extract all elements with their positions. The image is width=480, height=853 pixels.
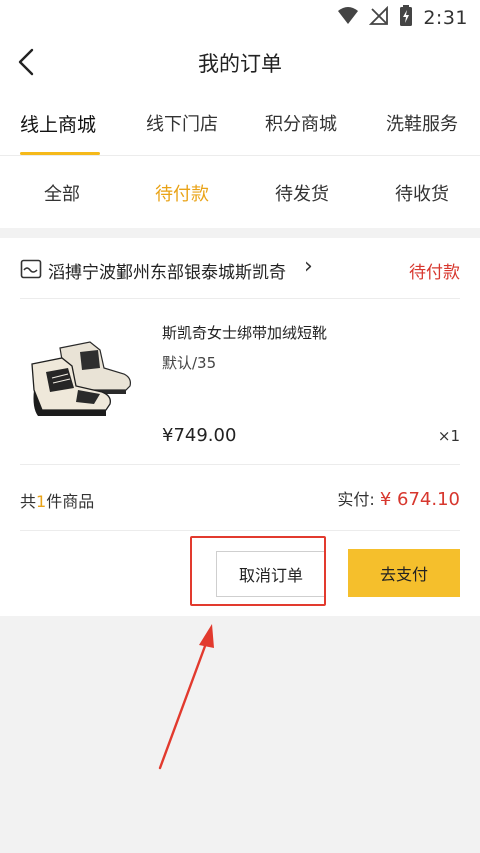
count-prefix: 共 (20, 492, 37, 511)
page-title: 我的订单 (198, 52, 282, 76)
store-name: 滔搏宁波鄞州东部银泰城斯凯奇 (48, 263, 286, 283)
channel-tabs: 线上商城 线下门店 积分商城 洗鞋服务 (0, 92, 480, 156)
chevron-right-icon: › (304, 254, 313, 279)
screen: 2:31 我的订单 线上商城 线下门店 积分商城 洗鞋服务 全部 待付款 待发货… (0, 0, 480, 853)
pay-button[interactable]: 去支付 (348, 549, 460, 597)
product-quantity: ×1 (437, 427, 460, 445)
count-number: 1 (36, 492, 47, 511)
tab-offline-store[interactable]: 线下门店 (146, 110, 218, 136)
divider (20, 298, 460, 299)
divider (20, 464, 460, 465)
store-row[interactable]: 滔搏宁波鄞州东部银泰城斯凯奇 › 待付款 (20, 254, 460, 284)
tab-pending-receipt[interactable]: 待收货 (395, 180, 449, 206)
tab-online-mall[interactable]: 线上商城 (20, 110, 96, 137)
tab-pending-payment[interactable]: 待付款 (155, 180, 209, 206)
wifi-icon (337, 6, 359, 30)
count-suffix: 件商品 (46, 492, 95, 511)
paid-total: 实付: ¥ 674.10 (337, 486, 460, 510)
tab-all[interactable]: 全部 (44, 180, 80, 206)
status-bar: 2:31 (0, 0, 480, 32)
clock: 2:31 (423, 7, 468, 29)
store-icon (20, 259, 42, 279)
cancel-order-button[interactable]: 取消订单 (216, 551, 326, 597)
active-tab-indicator (20, 152, 100, 155)
shoe-image[interactable] (20, 328, 138, 424)
app-header: 我的订单 (0, 32, 480, 92)
divider (20, 530, 460, 531)
product-price: ¥749.00 (162, 425, 237, 446)
tab-points-mall[interactable]: 积分商城 (265, 110, 337, 136)
tab-pending-shipment[interactable]: 待发货 (275, 180, 329, 206)
status-tabs: 全部 待付款 待发货 待收货 (0, 156, 480, 228)
paid-amount: ¥ 674.10 (379, 489, 460, 510)
signal-off-icon (369, 5, 389, 30)
item-count: 共1件商品 (20, 488, 94, 512)
status-icons: 2:31 (337, 5, 468, 31)
tab-shoe-wash[interactable]: 洗鞋服务 (386, 110, 458, 136)
product-spec: 默认/35 (162, 354, 217, 372)
order-card: 滔搏宁波鄞州东部银泰城斯凯奇 › 待付款 斯凯奇女士绑带加绒短靴 默认/35 ¥… (0, 238, 480, 616)
paid-label: 实付: (337, 490, 375, 509)
product-name: 斯凯奇女士绑带加绒短靴 (162, 324, 328, 342)
order-status-badge: 待付款 (409, 263, 460, 283)
battery-charging-icon (399, 5, 413, 31)
